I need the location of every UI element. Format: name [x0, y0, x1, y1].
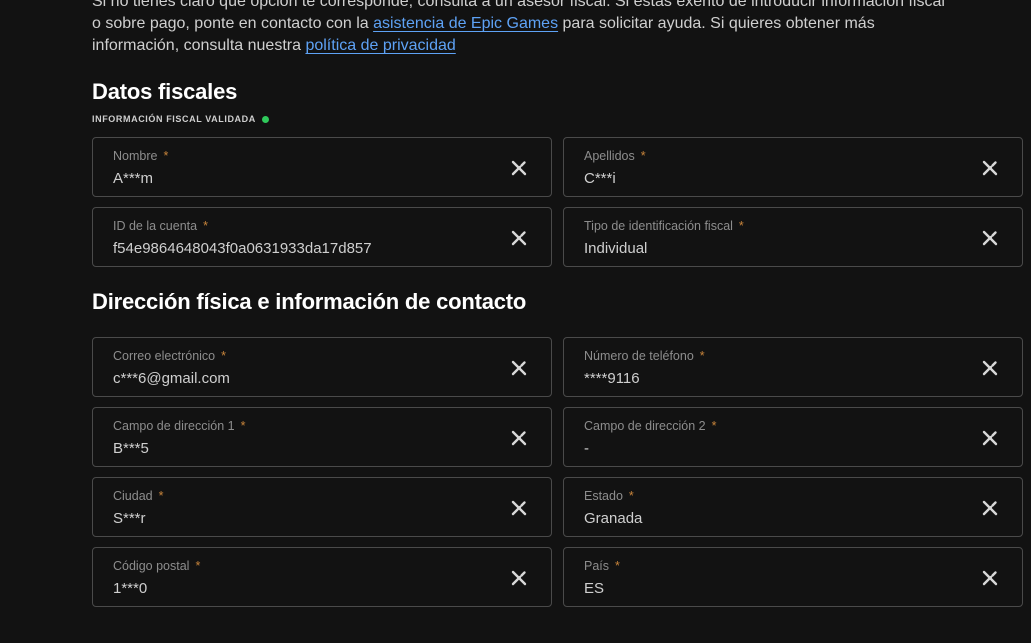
required-marker: *	[203, 219, 208, 233]
required-marker: *	[221, 349, 227, 363]
required-marker: *	[240, 419, 246, 433]
intro-line-1: Si no tienes claro qué opción te corresp…	[92, 0, 945, 10]
required-marker: *	[711, 419, 717, 433]
address-contact-title: Dirección física e información de contac…	[92, 289, 527, 314]
edit-icon[interactable]	[509, 228, 529, 248]
edit-icon[interactable]	[980, 428, 1000, 448]
edit-icon[interactable]	[980, 568, 1000, 588]
edit-icon[interactable]	[509, 158, 529, 178]
field-address-7: País * ES	[563, 547, 1023, 607]
field-label: Campo de dirección 1 *	[113, 419, 246, 433]
required-marker: *	[195, 559, 201, 573]
field-label: País *	[584, 559, 620, 573]
field-value: Granada	[584, 510, 643, 527]
field-value: ES	[584, 580, 605, 597]
field-value: C***i	[584, 170, 616, 187]
field-label: Apellidos *	[584, 149, 646, 163]
epic-support-link[interactable]: asistencia de Epic Games	[373, 15, 558, 32]
required-marker: *	[615, 559, 620, 573]
field-value: f54e9864648043f0a0631933da17d857	[113, 240, 372, 257]
field-label: Tipo de identificación fiscal *	[584, 219, 744, 233]
field-value: A***m	[113, 170, 154, 187]
field-value: c***6@gmail.com	[113, 370, 230, 387]
required-marker: *	[738, 219, 744, 233]
edit-icon[interactable]	[980, 358, 1000, 378]
field-label: Ciudad *	[113, 489, 164, 503]
required-marker: *	[628, 489, 634, 503]
required-marker: *	[640, 149, 646, 163]
required-marker: *	[158, 489, 164, 503]
field-value: B***5	[113, 440, 149, 457]
edit-icon[interactable]	[980, 228, 1000, 248]
field-value: Individual	[584, 240, 648, 257]
field-label: Correo electrónico *	[113, 349, 227, 363]
field-label: Campo de dirección 2 *	[584, 419, 717, 433]
field-value: 1***0	[113, 580, 148, 597]
field-value: S***r	[113, 510, 146, 527]
field-address-3: Campo de dirección 2 * -	[563, 407, 1023, 467]
edit-icon[interactable]	[509, 568, 529, 588]
field-address-6: Código postal * 1***0	[92, 547, 552, 607]
intro-text: Si no tienes claro qué opción te corresp…	[92, 0, 1022, 57]
field-address-0: Correo electrónico * c***6@gmail.com	[92, 337, 552, 397]
required-marker: *	[163, 149, 169, 163]
required-marker: *	[699, 349, 705, 363]
intro-line-2: o sobre pago, ponte en contacto con la	[92, 15, 374, 32]
edit-icon[interactable]	[509, 428, 529, 448]
fiscal-validated-label: INFORMACIÓN FISCAL VALIDADA	[92, 114, 256, 124]
field-address-5: Estado * Granada	[563, 477, 1023, 537]
field-label: Número de teléfono *	[584, 349, 705, 363]
field-value: ****9116	[584, 370, 640, 387]
field-label: ID de la cuenta *	[113, 219, 208, 233]
field-label: Código postal *	[113, 559, 201, 573]
field-label: Estado *	[584, 489, 634, 503]
field-address-1: Número de teléfono * ****9116	[563, 337, 1023, 397]
field-value: -	[584, 440, 589, 457]
intro-line-2-end: para solicitar ayuda. Si quieres obtener…	[558, 15, 875, 32]
field-fiscal-0: Nombre * A***m	[92, 137, 552, 197]
intro-line-3: información, consulta nuestra	[92, 37, 306, 54]
edit-icon[interactable]	[509, 358, 529, 378]
field-fiscal-3: Tipo de identificación fiscal * Individual	[563, 207, 1023, 267]
privacy-policy-link[interactable]: política de privacidad	[305, 37, 455, 54]
field-address-2: Campo de dirección 1 * B***5	[92, 407, 552, 467]
field-fiscal-1: Apellidos * C***i	[563, 137, 1023, 197]
validated-status-dot-icon	[261, 115, 269, 123]
field-label: Nombre *	[113, 149, 169, 163]
edit-icon[interactable]	[980, 498, 1000, 518]
field-address-4: Ciudad * S***r	[92, 477, 552, 537]
fiscal-validated-status: INFORMACIÓN FISCAL VALIDADA	[92, 114, 269, 124]
field-fiscal-2: ID de la cuenta * f54e9864648043f0a0631933…	[92, 207, 552, 267]
edit-icon[interactable]	[509, 498, 529, 518]
fiscal-data-title: Datos fiscales	[92, 79, 238, 104]
edit-icon[interactable]	[980, 158, 1000, 178]
